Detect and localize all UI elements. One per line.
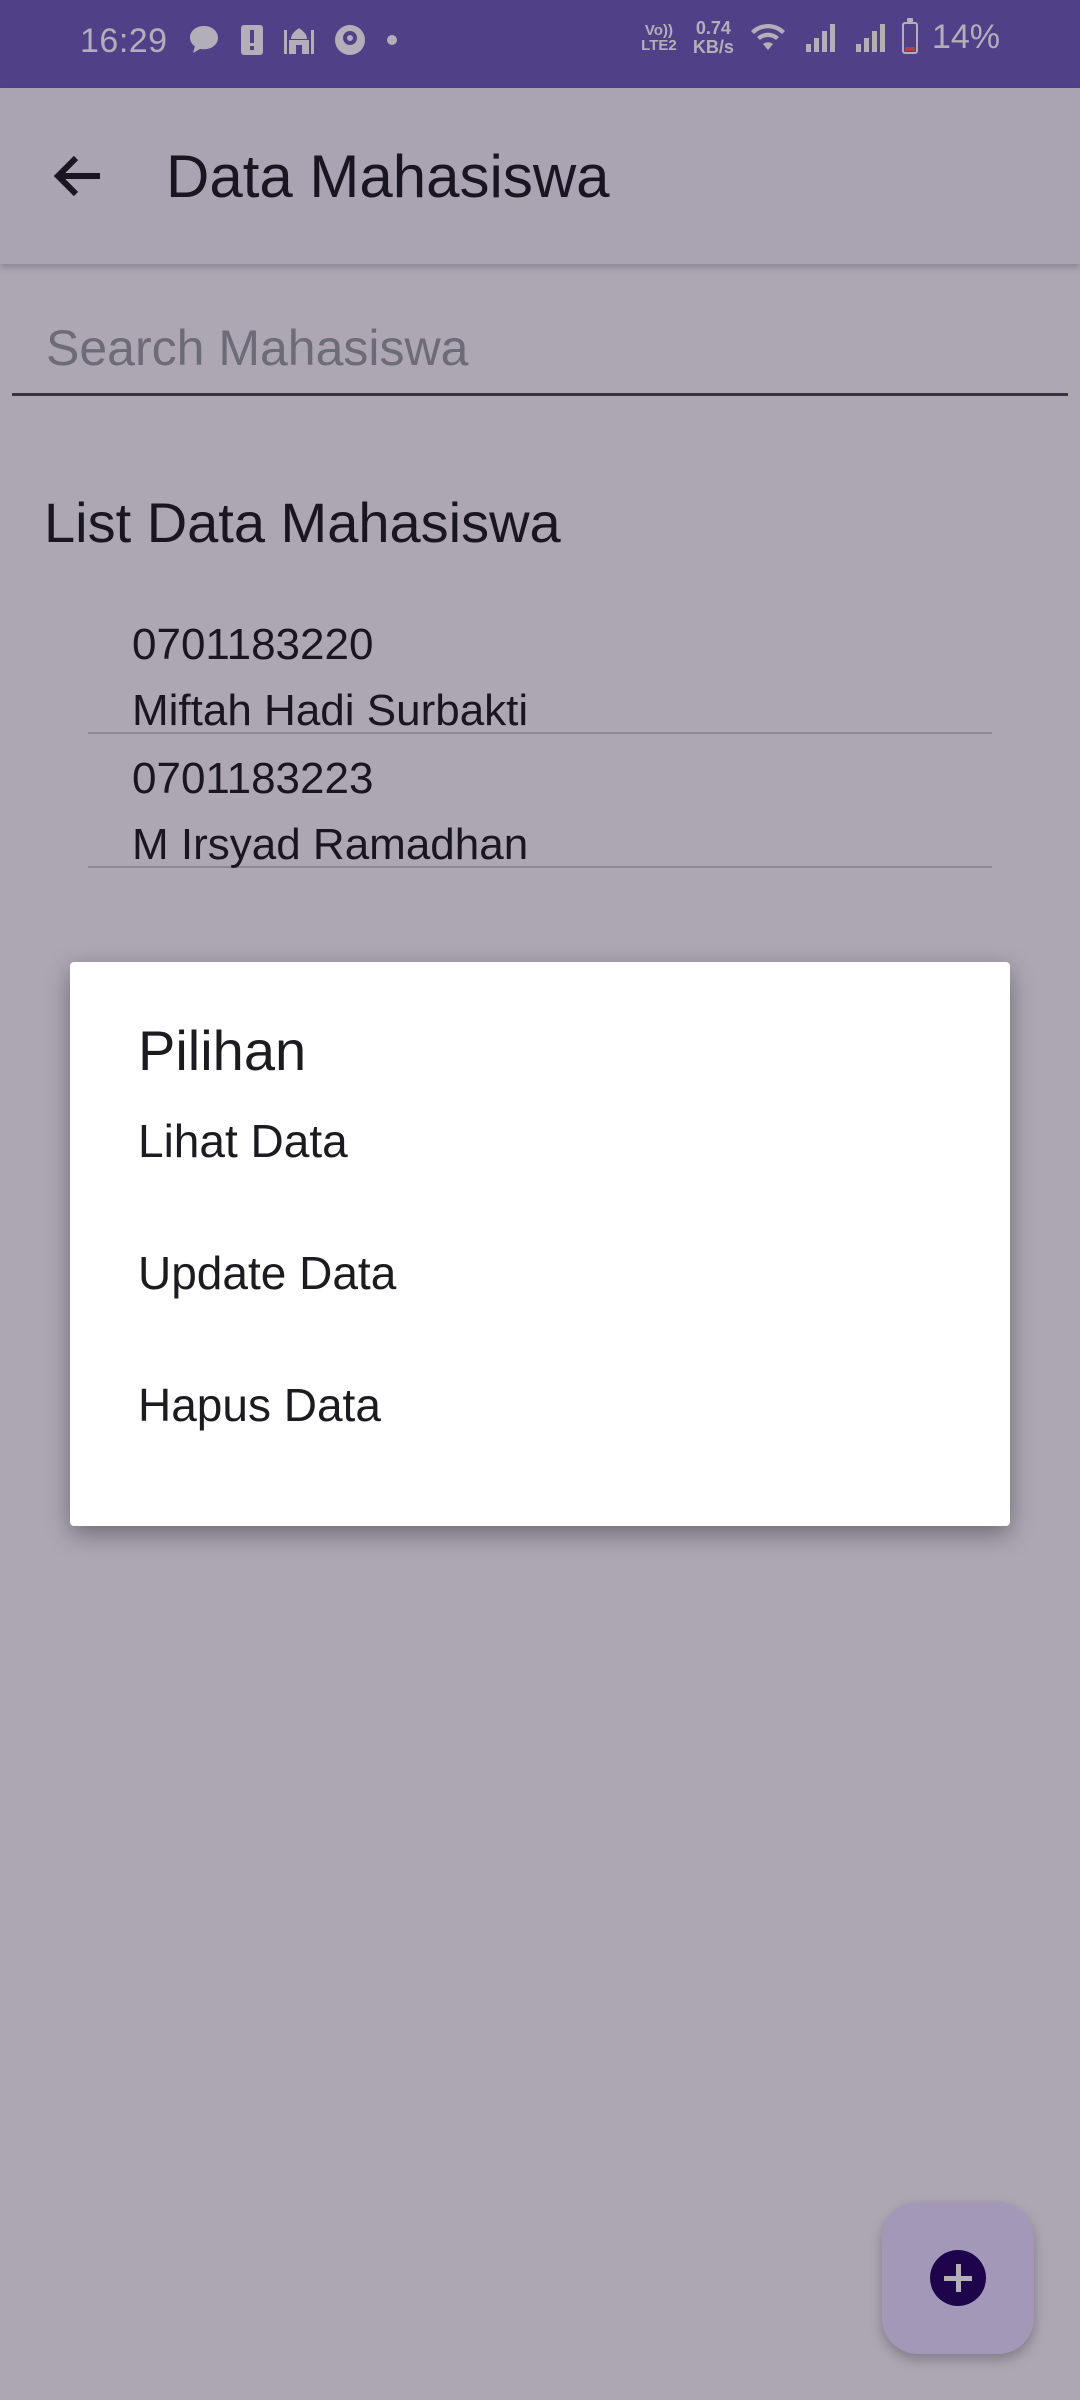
option-label: Hapus Data <box>138 1379 381 1431</box>
options-dialog: Pilihan Lihat Data Update Data Hapus Dat… <box>70 962 1010 1526</box>
option-label: Update Data <box>138 1247 397 1299</box>
update-data-option[interactable]: Update Data <box>70 1206 1010 1338</box>
view-data-option[interactable]: Lihat Data <box>70 1074 1010 1206</box>
option-label: Lihat Data <box>138 1115 348 1167</box>
delete-data-option[interactable]: Hapus Data <box>70 1338 1010 1470</box>
